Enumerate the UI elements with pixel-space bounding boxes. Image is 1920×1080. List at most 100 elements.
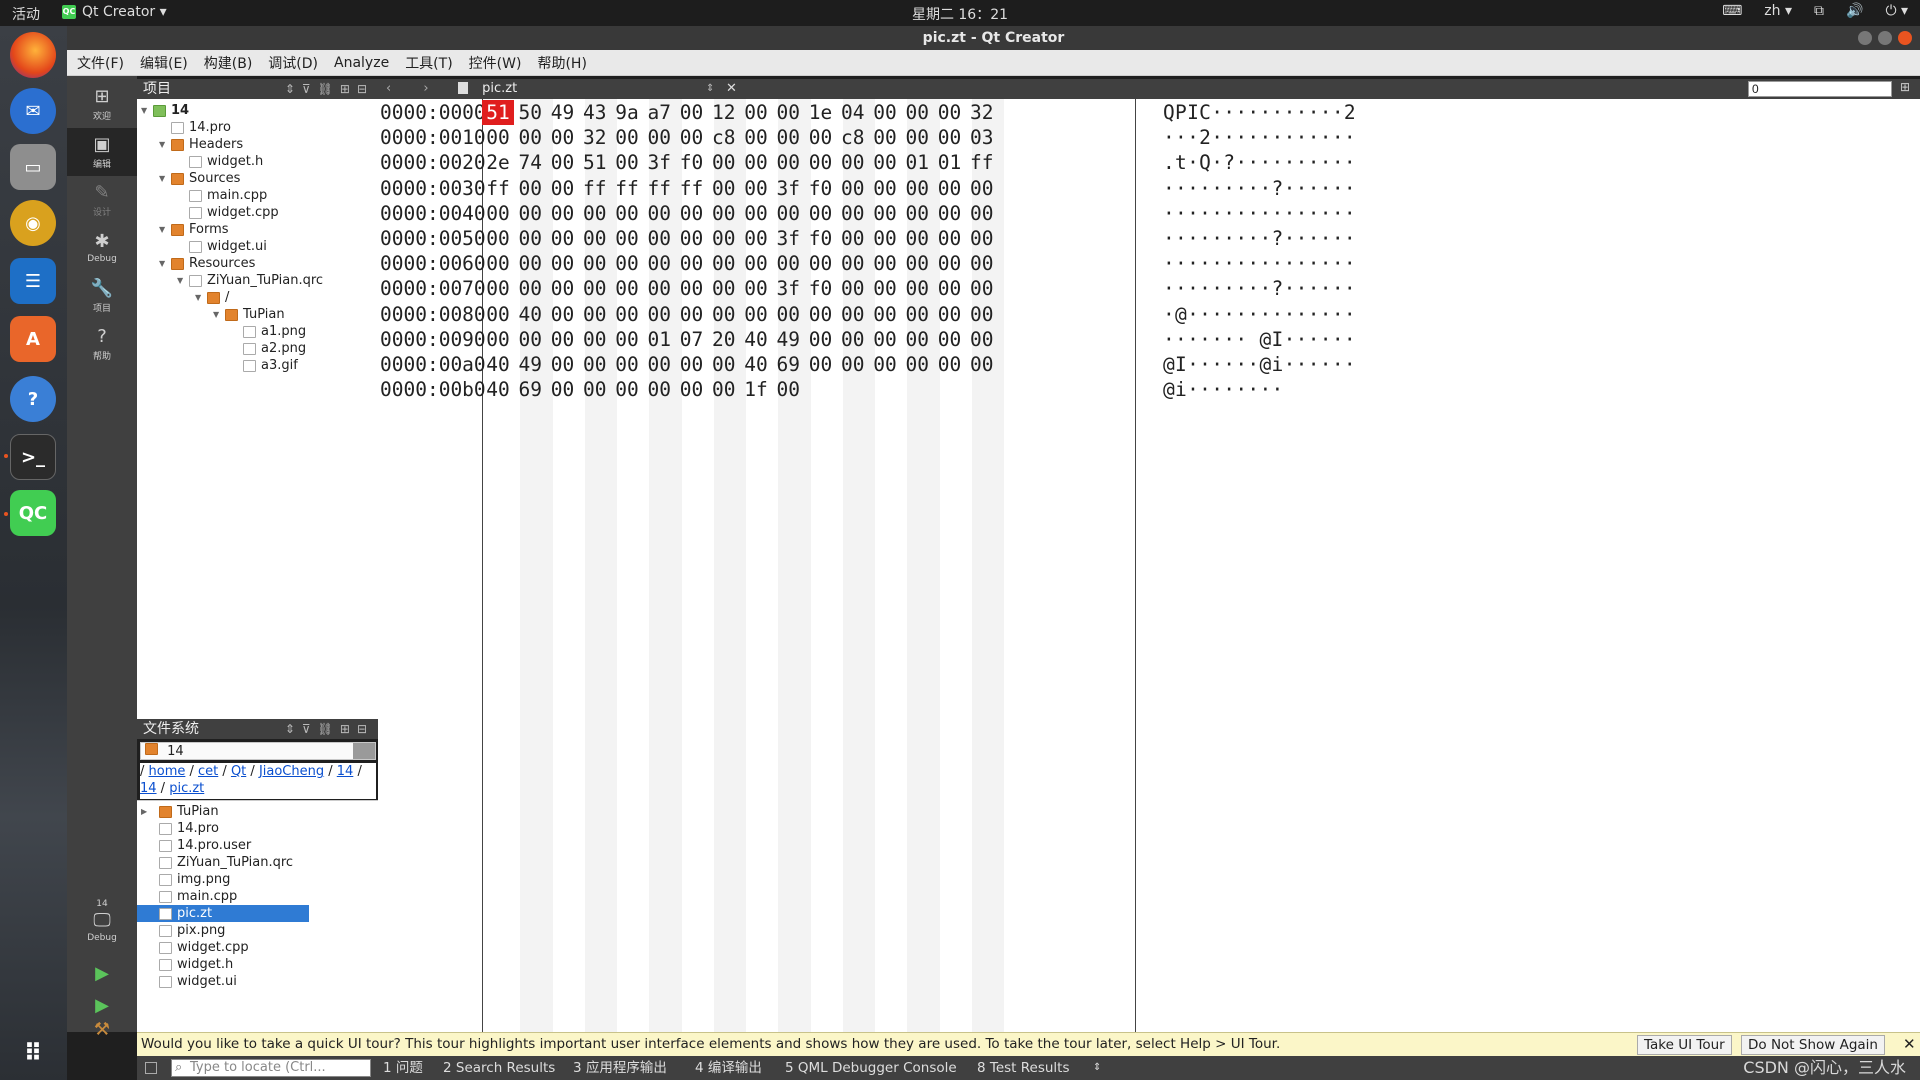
hex-byte[interactable]: 00 [934,176,966,201]
hex-byte[interactable]: 00 [740,201,772,226]
file-item[interactable]: ZiYuan_TuPian.qrc [137,854,293,871]
menu-edit[interactable]: 编辑(E) [140,53,188,73]
hex-byte[interactable]: 00 [934,251,966,276]
hex-byte[interactable]: 03 [966,125,998,150]
file-item[interactable]: pic.zt [137,905,309,922]
hex-byte[interactable]: 00 [740,125,772,150]
expand-arrow-down-icon[interactable]: ▼ [213,306,225,323]
hex-byte[interactable]: 00 [966,176,998,201]
file-item[interactable]: 14.pro [137,820,219,837]
hex-row[interactable]: 0000:0050 00 00 00 00 00 00 00 00 00 3f f0 00 00 00 00 0… [378,226,1920,251]
hex-byte[interactable]: 00 [837,302,869,327]
hex-byte[interactable]: 00 [772,201,804,226]
hex-byte[interactable]: a7 [643,100,675,125]
hex-byte[interactable]: 00 [869,100,901,125]
hex-byte[interactable]: 00 [837,176,869,201]
hex-byte[interactable]: 00 [547,352,579,377]
hex-byte[interactable]: 00 [676,352,708,377]
hex-byte[interactable]: f0 [676,150,708,175]
tree-item[interactable]: widget.ui [177,238,267,255]
locator-input[interactable]: ⌕ Type to locate (Ctrl... [171,1059,371,1077]
terminal-icon[interactable]: >_ [10,434,56,480]
hex-byte[interactable]: 00 [966,352,998,377]
hex-byte[interactable]: 00 [579,327,611,352]
hex-ascii[interactable]: ·········?······ [1163,276,1356,301]
hex-byte[interactable]: 69 [772,352,804,377]
hex-byte[interactable]: 00 [611,276,643,301]
hex-byte[interactable]: 2e [482,150,514,175]
clock[interactable]: 星期二 16：21 [0,4,1920,24]
expand-arrow-down-icon[interactable]: ▼ [195,289,207,306]
breadcrumb-link[interactable]: JiaoCheng [259,764,324,779]
hex-byte[interactable]: 00 [708,352,740,377]
hex-byte[interactable]: 00 [579,377,611,402]
hex-byte[interactable]: 00 [482,226,514,251]
expand-arrow-down-icon[interactable]: ▼ [159,255,171,272]
hex-byte[interactable]: 00 [966,226,998,251]
hex-byte[interactable]: 01 [934,150,966,175]
system-tray[interactable]: ⌨ zh ▾ ⧉ 🔊 ⏻ ▾ [1722,3,1908,19]
hex-byte[interactable]: 00 [805,251,837,276]
hex-byte[interactable]: 9a [611,100,643,125]
file-item[interactable]: pix.png [137,922,225,939]
hex-byte[interactable]: 00 [643,276,675,301]
hex-byte[interactable]: 00 [869,150,901,175]
hex-byte[interactable]: 12 [708,100,740,125]
breadcrumb-link[interactable]: 14 [140,781,157,796]
hex-ascii[interactable]: ·········?······ [1163,176,1356,201]
hex-byte[interactable]: 69 [514,377,546,402]
hex-row[interactable]: 0000:0040 00 00 00 00 00 00 00 00 00 00 00 00 00 00 00 0… [378,201,1920,226]
hex-byte[interactable]: 00 [934,302,966,327]
breadcrumb-link[interactable]: pic.zt [169,781,204,796]
hex-byte[interactable]: 00 [547,302,579,327]
hex-byte[interactable]: ff [482,176,514,201]
hex-row[interactable]: 0000:0010 00 00 00 32 00 00 00 c8 00 00 00 c8 00 00 00 0… [378,125,1920,150]
hex-byte[interactable]: 00 [482,125,514,150]
hex-byte[interactable]: 00 [643,251,675,276]
hex-byte[interactable]: 51 [579,150,611,175]
file-item[interactable]: main.cpp [137,888,237,905]
hex-row[interactable]: 0000:0030 ff 00 00 ff ff ff ff 00 00 3f f0 00 00 00 00 0… [378,176,1920,201]
show-applications-icon[interactable]: ⠿ [10,1030,56,1076]
hex-byte[interactable]: 1e [805,100,837,125]
do-not-show-again-button[interactable]: Do Not Show Again [1741,1035,1885,1055]
hex-byte[interactable]: 00 [901,226,933,251]
hex-byte[interactable]: 3f [772,226,804,251]
document-list-button[interactable]: ⇕ [706,79,714,99]
hex-byte[interactable]: 00 [934,100,966,125]
hex-byte[interactable]: 00 [482,251,514,276]
hex-byte[interactable]: 40 [482,377,514,402]
filesystem-panel-title[interactable]: 文件系统 [143,721,199,737]
hex-byte[interactable]: 00 [611,327,643,352]
tree-item[interactable]: ▼ / [195,289,229,306]
tree-item[interactable]: ▼ ZiYuan_TuPian.qrc [177,272,323,289]
hex-byte[interactable]: 00 [643,377,675,402]
hex-byte[interactable]: c8 [837,125,869,150]
hex-byte[interactable]: 49 [547,100,579,125]
hex-byte[interactable]: 00 [772,100,804,125]
filesystem-list[interactable]: ▶ TuPian 14.pro 14.pro.user ZiYuan_TuPian.qr… [137,800,378,1032]
hex-byte[interactable]: 00 [869,251,901,276]
hex-byte[interactable]: 00 [740,276,772,301]
kit-selector[interactable]: 14 🖵 Debug [67,886,137,956]
hex-ascii[interactable]: ···2············ [1163,125,1356,150]
hex-byte[interactable]: 00 [514,327,546,352]
menu-debug[interactable]: 调试(D) [268,53,318,73]
hex-byte[interactable]: 00 [676,201,708,226]
hex-byte[interactable]: 00 [934,125,966,150]
open-document[interactable]: pic.zt [458,79,517,99]
hex-byte[interactable]: 32 [579,125,611,150]
hex-byte[interactable]: 00 [837,327,869,352]
hex-byte[interactable]: ff [676,176,708,201]
expand-arrow-right-icon[interactable]: ▶ [141,803,153,820]
file-item[interactable]: widget.h [137,956,233,973]
hex-byte[interactable]: 00 [966,302,998,327]
close-tour-icon[interactable]: ✕ [1903,1033,1916,1056]
sidebar-toggle-icon[interactable] [145,1062,157,1074]
hex-byte[interactable]: 00 [966,276,998,301]
hex-byte[interactable]: 49 [772,327,804,352]
tree-item[interactable]: ▼ Resources [159,255,255,272]
mode-help[interactable]: ? 帮助 [67,320,137,368]
hex-byte[interactable]: 49 [514,352,546,377]
menu-build[interactable]: 构建(B) [204,53,253,73]
